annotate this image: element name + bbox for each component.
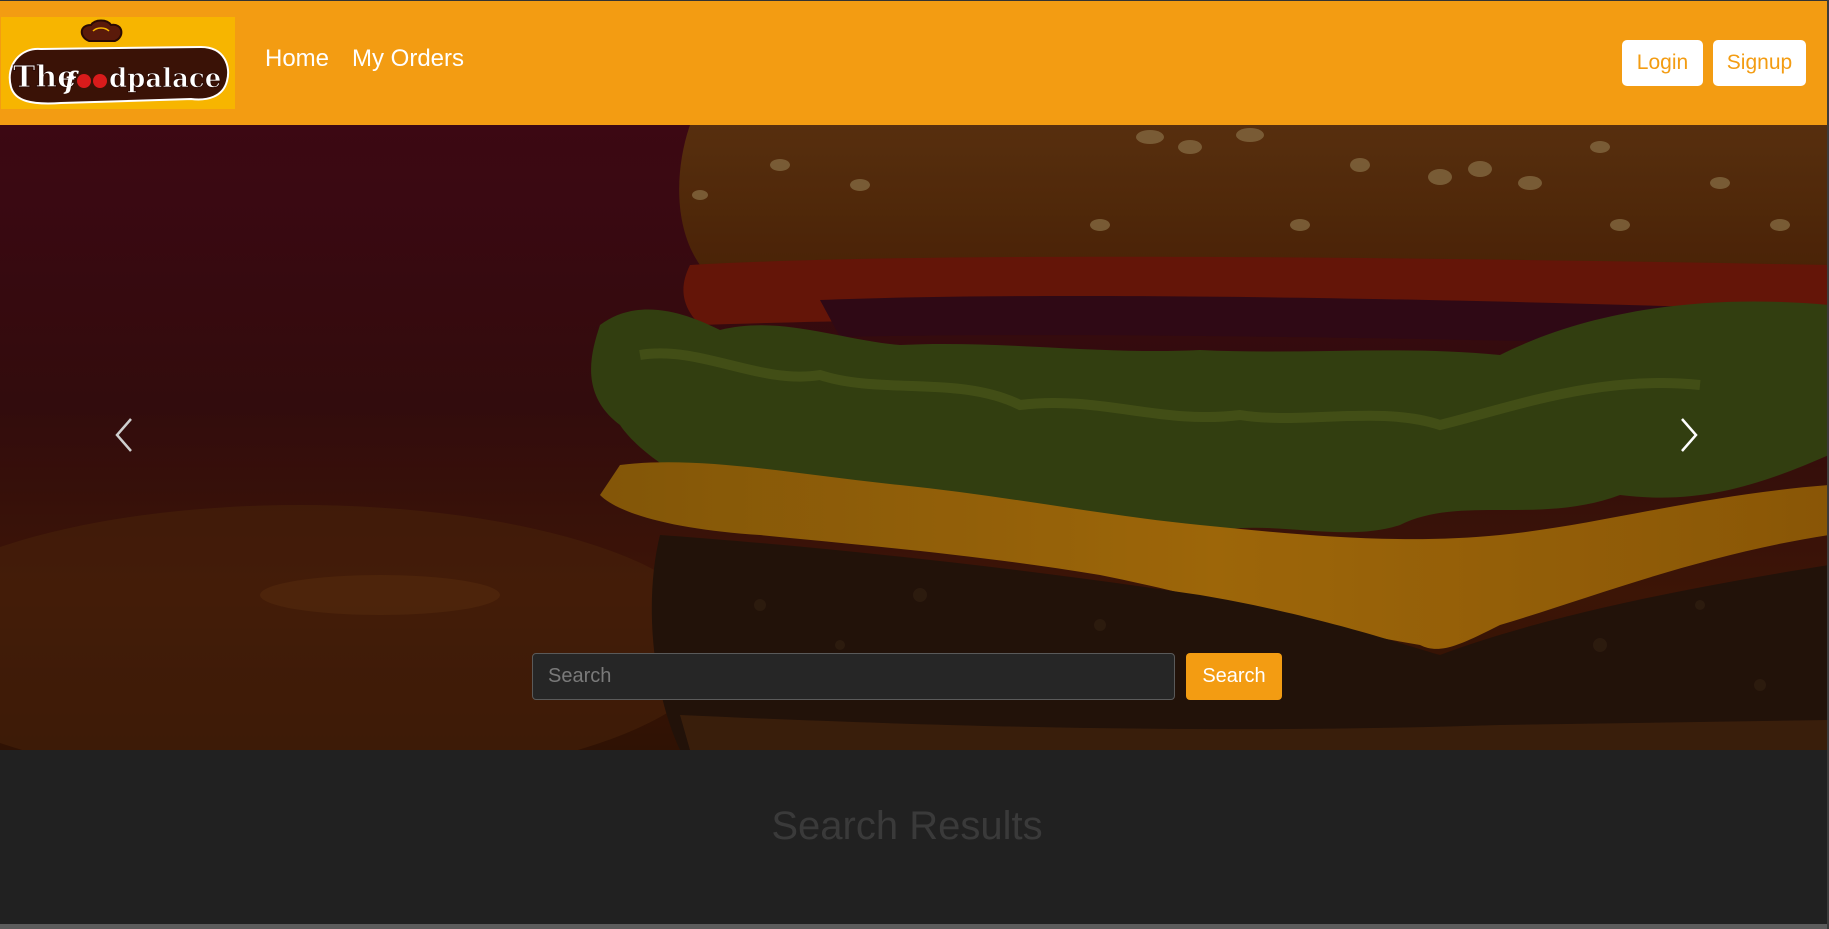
svg-text:dpalace: dpalace bbox=[109, 64, 221, 94]
signup-button[interactable]: Signup bbox=[1713, 40, 1806, 86]
search-button[interactable]: Search bbox=[1186, 653, 1282, 700]
chevron-left-icon bbox=[115, 418, 132, 452]
carousel-next-icon[interactable] bbox=[1668, 415, 1708, 455]
app-window: The f dpalace Home My Orders Login Signu… bbox=[0, 0, 1829, 929]
bottom-edge bbox=[0, 924, 1829, 929]
nav-link-my-orders[interactable]: My Orders bbox=[352, 45, 464, 73]
brand-logo[interactable]: The f dpalace bbox=[1, 17, 235, 109]
navbar: The f dpalace Home My Orders Login Signu… bbox=[0, 0, 1829, 125]
logo-graphic: The f dpalace bbox=[1, 17, 235, 109]
search-results-section: Search Results bbox=[0, 750, 1829, 924]
search-input[interactable] bbox=[532, 653, 1175, 700]
login-button[interactable]: Login bbox=[1622, 40, 1703, 86]
nav-link-home[interactable]: Home bbox=[265, 45, 329, 73]
carousel-prev-icon[interactable] bbox=[105, 415, 145, 455]
chevron-right-icon bbox=[1681, 418, 1698, 452]
search-results-title: Search Results bbox=[771, 804, 1043, 848]
